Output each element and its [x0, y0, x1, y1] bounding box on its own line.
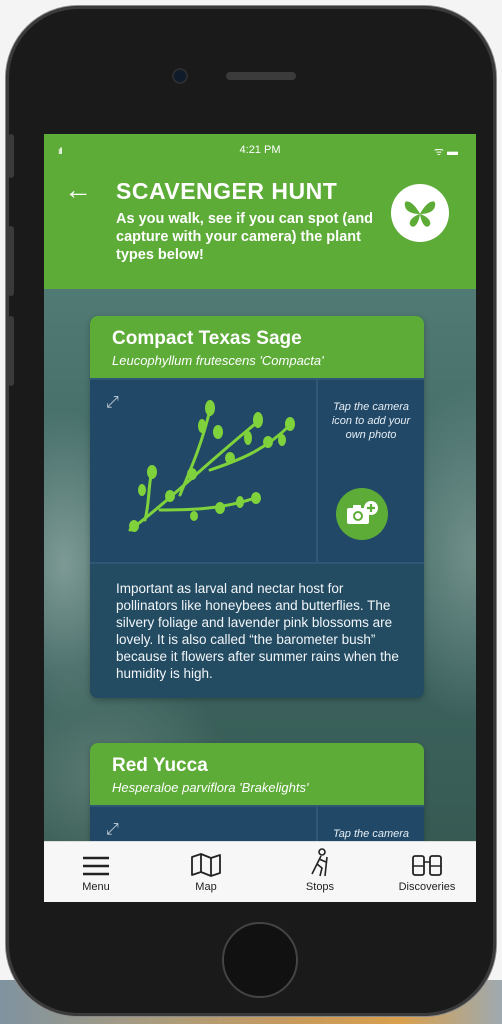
tab-menu-label: Menu: [82, 881, 110, 893]
binoculars-icon: [382, 842, 472, 878]
tab-stops[interactable]: Stops: [284, 842, 356, 902]
plant-branch-icon: [128, 400, 295, 532]
page-subtitle: As you walk, see if you can spot (and ca…: [116, 211, 374, 263]
tab-map-label: Map: [195, 881, 217, 893]
mute-switch: [8, 134, 14, 178]
plant-scientific-name: Leucophyllum frutescens 'Compacta': [112, 353, 324, 368]
volume-down-button: [8, 316, 14, 386]
expand-icon[interactable]: ⤢: [106, 821, 119, 839]
plant-illustration[interactable]: ⤢: [90, 380, 318, 562]
camera-panel: Tap the camera icon to add your own phot…: [318, 380, 424, 562]
butterfly-icon: [391, 184, 449, 242]
plant-scientific-name: Hesperaloe parviflora 'Brakelights': [112, 780, 309, 795]
app-screen: ıll 4:21 PM ᯤ ▬ ← SCAVENGER HUNT As you …: [44, 134, 476, 902]
status-bar: ıll 4:21 PM ᯤ ▬: [44, 134, 476, 164]
plant-name: Compact Texas Sage: [112, 328, 302, 349]
header: ıll 4:21 PM ᯤ ▬ ← SCAVENGER HUNT As you …: [44, 134, 476, 289]
card-header: Red Yucca Hesperaloe parviflora 'Brakeli…: [90, 743, 424, 805]
volume-up-button: [8, 226, 14, 296]
expand-icon[interactable]: ⤢: [106, 394, 119, 412]
status-time: 4:21 PM: [239, 144, 281, 156]
hiker-icon: [284, 842, 356, 878]
camera-hint: Tap the camera icon to add your own phot…: [331, 401, 411, 441]
card-header: Compact Texas Sage Leucophyllum frutesce…: [90, 316, 424, 378]
front-camera: [174, 70, 186, 82]
plant-card: Compact Texas Sage Leucophyllum frutesce…: [90, 316, 424, 698]
battery-icon: ᯤ ▬: [433, 146, 458, 158]
home-button[interactable]: [222, 922, 298, 998]
plant-name: Red Yucca: [112, 755, 208, 776]
tab-bar: Menu Map Stops Discoveries: [44, 841, 476, 902]
tab-discoveries-label: Discoveries: [398, 881, 456, 893]
plant-description: Important as larval and nectar host for …: [90, 562, 424, 698]
page-title: SCAVENGER HUNT: [116, 178, 338, 204]
map-icon: [170, 842, 242, 878]
card-media: ⤢ Tap the camera icon to add your own ph…: [90, 378, 424, 562]
tab-discoveries[interactable]: Discoveries: [382, 842, 472, 902]
speaker-grille: [226, 72, 296, 80]
back-arrow-icon[interactable]: ←: [64, 174, 92, 206]
menu-icon: [60, 842, 132, 878]
add-photo-camera-icon[interactable]: [336, 488, 388, 540]
tab-map[interactable]: Map: [170, 842, 242, 902]
phone-frame: ıll 4:21 PM ᯤ ▬ ← SCAVENGER HUNT As you …: [6, 6, 496, 1016]
tab-menu[interactable]: Menu: [60, 842, 132, 902]
tab-stops-label: Stops: [305, 881, 335, 893]
